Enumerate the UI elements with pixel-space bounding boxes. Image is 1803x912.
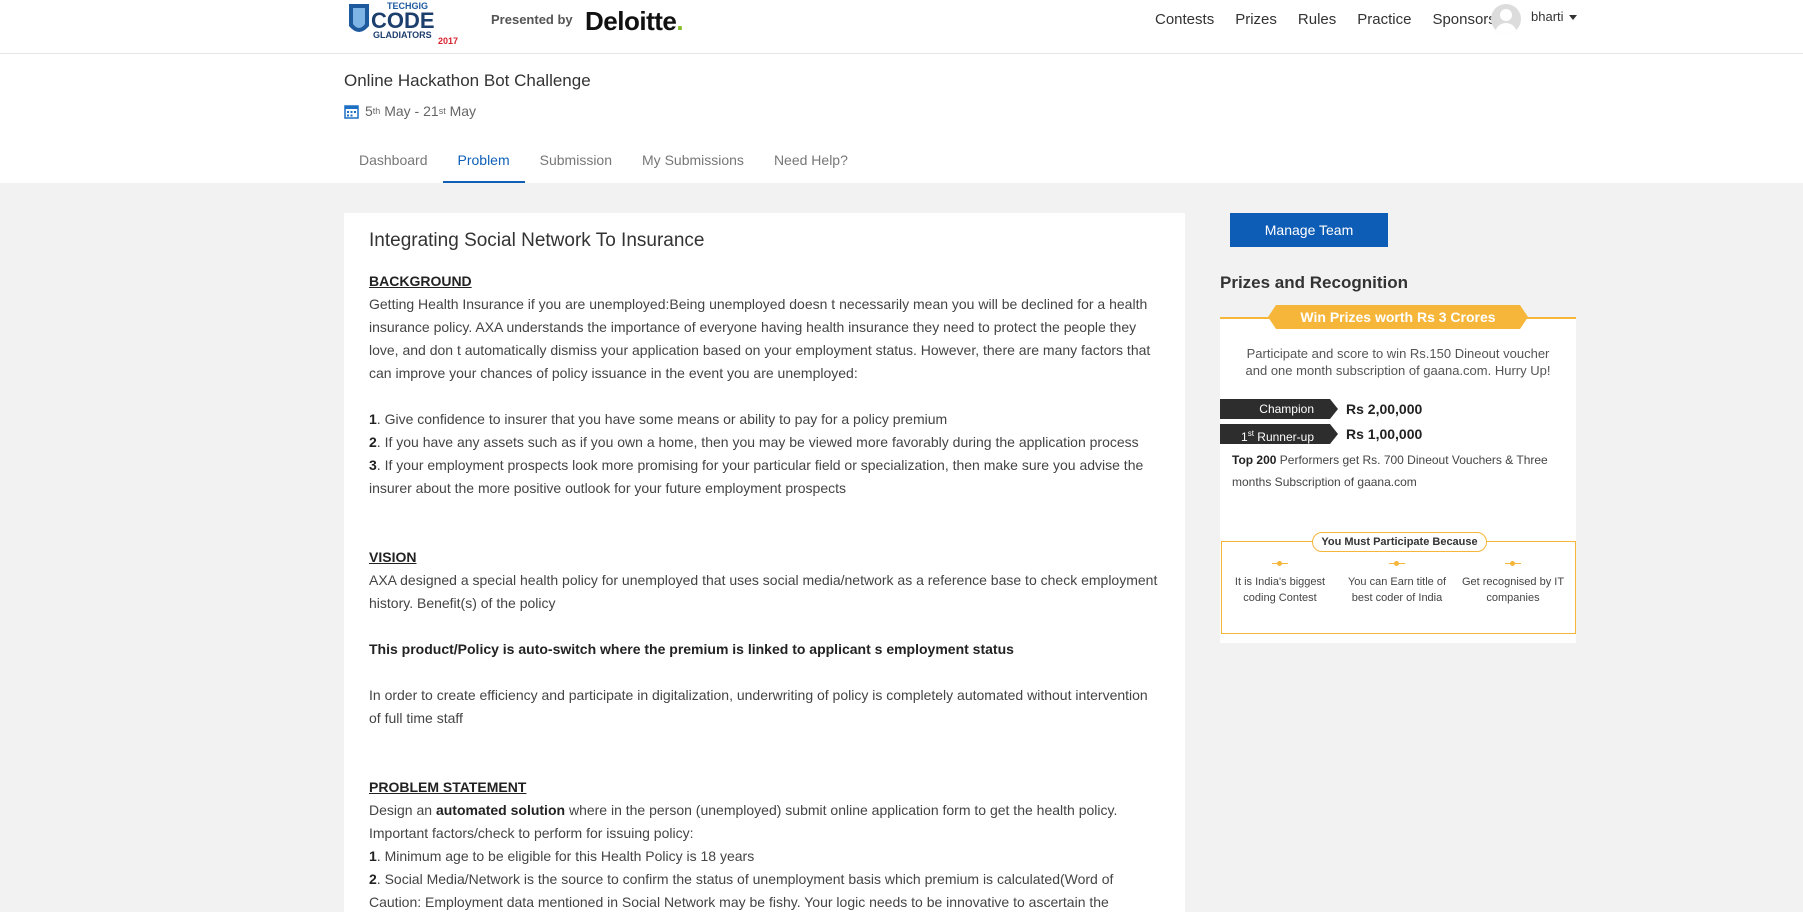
vision-text-2: In order to create efficiency and partic… — [369, 687, 1148, 726]
date-end-day: 21 — [423, 103, 439, 119]
main-nav: Contests Prizes Rules Practice Sponsors — [1155, 11, 1517, 28]
check-item: 1. Minimum age to be eligible for this H… — [369, 848, 755, 864]
check-item: 2. Social Media/Network is the source to… — [369, 871, 1114, 910]
date-end-sup: st — [438, 106, 446, 116]
date-separator: - — [410, 103, 424, 119]
nav-practice[interactable]: Practice — [1357, 11, 1411, 28]
reason-item: Get recognised by IT companies — [1459, 558, 1567, 606]
caret-down-icon — [1568, 15, 1577, 21]
top200-text: Top 200 Performers get Rs. 700 Dineout V… — [1232, 453, 1548, 489]
runnerup-row: 1st Runner-up Rs 1,00,000 — [1220, 424, 1576, 444]
reason-item: You can Earn title of best coder of Indi… — [1343, 558, 1451, 606]
tab-dashboard[interactable]: Dashboard — [344, 145, 443, 183]
user-menu[interactable]: bharti — [1531, 9, 1577, 24]
tab-my-submissions[interactable]: My Submissions — [627, 145, 759, 183]
reasons-heading: You Must Participate Because — [1312, 532, 1487, 552]
top-header: TECHGIG CODE GLADIATORS 2017 Presented b… — [0, 0, 1803, 54]
reason-marker-icon — [1226, 558, 1334, 570]
prize-description: Participate and score to win Rs.150 Dine… — [1245, 346, 1551, 378]
deloitte-dot: . — [676, 6, 684, 36]
tab-submission[interactable]: Submission — [525, 145, 627, 183]
nav-sponsors[interactable]: Sponsors — [1432, 11, 1495, 28]
nav-contests[interactable]: Contests — [1155, 11, 1214, 28]
nav-prizes[interactable]: Prizes — [1235, 11, 1277, 28]
prizes-heading: Prizes and Recognition — [1220, 273, 1408, 292]
prize-ribbon: Win Prizes worth Rs 3 Crores — [1268, 305, 1528, 329]
problem-card: Integrating Social Network To Insurance … — [344, 213, 1185, 912]
tab-problem[interactable]: Problem — [442, 145, 525, 183]
problem-statement-heading: PROBLEM STATEMENT — [369, 779, 527, 795]
deloitte-logo: Deloitte. — [585, 6, 684, 37]
runnerup-amount: Rs 1,00,000 — [1346, 426, 1423, 442]
date-start-day: 5 — [365, 103, 373, 119]
username: bharti — [1531, 9, 1564, 24]
svg-text:2017: 2017 — [438, 36, 458, 44]
date-start-sup: th — [372, 106, 381, 116]
date-start-month: May — [384, 103, 411, 119]
factor-item: 3. If your employment prospects look mor… — [369, 457, 1144, 496]
calendar-icon — [344, 104, 359, 119]
factor-item: 2. If you have any assets such as if you… — [369, 434, 1139, 450]
champion-amount: Rs 2,00,000 — [1346, 401, 1423, 417]
vision-heading: VISION — [369, 549, 417, 565]
svg-text:GLADIATORS: GLADIATORS — [373, 30, 432, 40]
problem-statement-text: Design an automated solution where in th… — [369, 802, 1118, 818]
background-text: Getting Health Insurance if you are unem… — [369, 296, 1151, 381]
contest-header: Online Hackathon Bot Challenge 5th May -… — [0, 54, 1803, 183]
contest-title: Online Hackathon Bot Challenge — [344, 71, 591, 90]
factor-item: 1. Give confidence to insurer that you h… — [369, 411, 948, 427]
contest-dates: 5th May - 21st May — [344, 103, 476, 119]
champion-row: Champion Rs 2,00,000 — [1220, 399, 1576, 419]
code-gladiators-logo[interactable]: TECHGIG CODE GLADIATORS 2017 — [343, 0, 465, 46]
date-end-month: May — [449, 103, 477, 119]
vision-text: AXA designed a special health policy for… — [369, 572, 1158, 611]
reason-item: It is India's biggest coding Contest — [1226, 558, 1334, 606]
presented-by-label: Presented by — [491, 12, 573, 27]
reason-marker-icon — [1459, 558, 1567, 570]
problem-statement-line2: Important factors/check to perform for i… — [369, 825, 694, 841]
reason-marker-icon — [1343, 558, 1451, 570]
participate-reasons: You Must Participate Because It is India… — [1221, 532, 1576, 634]
champion-label: Champion — [1220, 399, 1338, 419]
deloitte-wordmark: Deloitte — [585, 6, 677, 36]
manage-team-button[interactable]: Manage Team — [1230, 213, 1388, 247]
background-heading: BACKGROUND — [369, 273, 472, 289]
runnerup-label: 1st Runner-up — [1220, 424, 1338, 444]
problem-title: Integrating Social Network To Insurance — [369, 230, 705, 251]
vision-bold-text: This product/Policy is auto-switch where… — [369, 641, 1014, 657]
contest-tabs: Dashboard Problem Submission My Submissi… — [344, 145, 863, 183]
avatar[interactable] — [1491, 4, 1521, 34]
tab-need-help[interactable]: Need Help? — [759, 145, 863, 183]
shield-logo-icon: TECHGIG CODE GLADIATORS 2017 — [349, 1, 458, 46]
nav-rules[interactable]: Rules — [1298, 11, 1336, 28]
